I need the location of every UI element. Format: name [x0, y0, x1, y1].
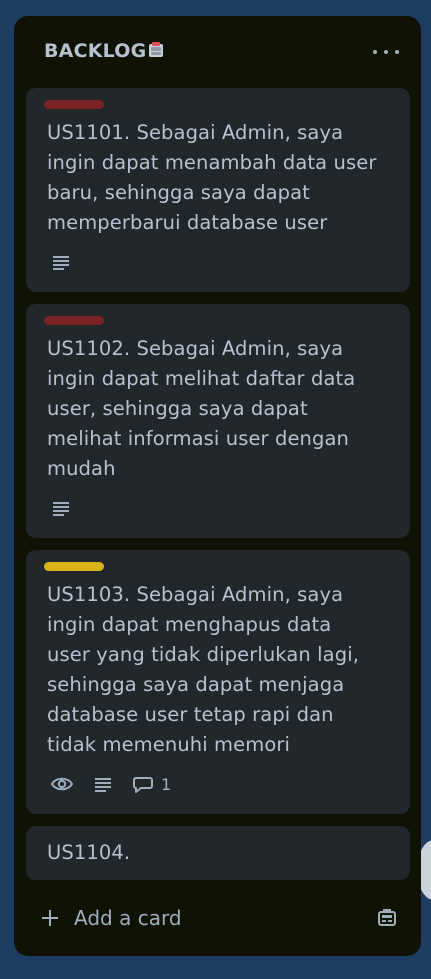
- list-header: BACKLOG: [14, 16, 421, 88]
- card-title: US1101. Sebagai Admin, saya ingin dapat …: [47, 121, 377, 234]
- comment-count: 1: [161, 774, 172, 794]
- description-icon: [50, 252, 72, 272]
- more-dot-icon: [373, 50, 377, 54]
- description-icon: [50, 498, 72, 518]
- card-label[interactable]: [44, 316, 104, 325]
- list-title[interactable]: BACKLOG: [44, 40, 165, 62]
- card-us1104[interactable]: US1104.: [26, 826, 410, 880]
- card-us1101[interactable]: US1101. Sebagai Admin, saya ingin dapat …: [26, 88, 410, 292]
- backlog-list: BACKLOG US1101. Sebagai Admin, saya ingi…: [14, 16, 421, 956]
- card-badges: 1: [50, 774, 171, 794]
- comment-icon: [133, 777, 153, 793]
- add-card-button[interactable]: Add a card: [26, 898, 326, 938]
- more-dot-icon: [395, 50, 399, 54]
- description-icon: [92, 774, 114, 794]
- watch-eye-icon: [50, 774, 74, 794]
- list-more-button[interactable]: [373, 44, 399, 60]
- comment-badge: 1: [132, 774, 171, 794]
- more-dot-icon: [384, 50, 388, 54]
- card-label[interactable]: [44, 562, 104, 571]
- card-template-icon: [375, 909, 399, 934]
- plus-icon: [40, 908, 60, 928]
- add-card-label: Add a card: [74, 906, 182, 930]
- card-title: US1103. Sebagai Admin, saya ingin dapat …: [47, 583, 360, 756]
- create-from-template-button[interactable]: [375, 906, 399, 930]
- card-title: US1102. Sebagai Admin, saya ingin dapat …: [47, 337, 356, 480]
- card-badges: [50, 498, 72, 518]
- card-title: US1104.: [47, 841, 131, 864]
- card-label[interactable]: [44, 100, 104, 109]
- card-badges: [50, 252, 72, 272]
- card-us1103[interactable]: US1103. Sebagai Admin, saya ingin dapat …: [26, 550, 410, 814]
- card-us1102[interactable]: US1102. Sebagai Admin, saya ingin dapat …: [26, 304, 410, 538]
- list-title-text: BACKLOG: [44, 40, 147, 62]
- file-cabinet-emoji-icon: [147, 41, 165, 59]
